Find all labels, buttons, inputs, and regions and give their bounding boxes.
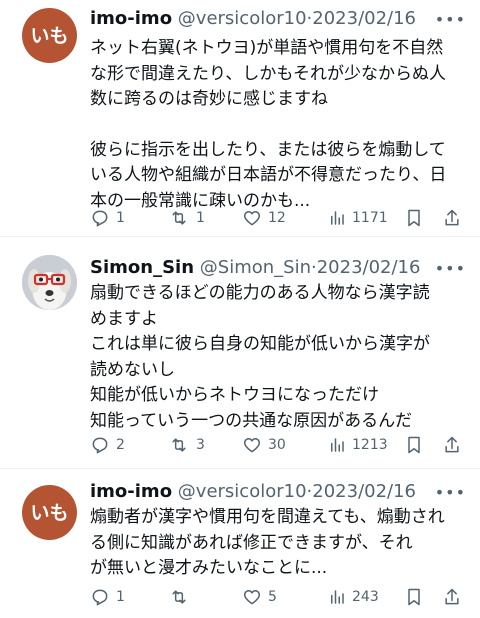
tweet-line: 扇動できるほどの能力のある人物なら漢字読 <box>90 283 430 303</box>
like-count: 5 <box>268 589 277 605</box>
views-button[interactable]: 1213 <box>328 433 388 457</box>
views-icon <box>331 438 344 452</box>
tweet-date[interactable]: 2023/02/16 <box>312 8 416 29</box>
handle[interactable]: @Simon_Sin <box>200 257 311 278</box>
bookmark-icon <box>408 588 420 606</box>
like-icon <box>243 438 261 453</box>
avatar-imo-image: いも <box>30 25 68 47</box>
retweet-button[interactable] <box>168 585 196 609</box>
views-count: 243 <box>352 589 379 605</box>
tweet-line: めますよ <box>90 308 158 329</box>
reply-icon <box>92 437 108 454</box>
reply-count: 2 <box>116 437 125 453</box>
views-button[interactable]: 1171 <box>328 206 388 230</box>
tweet-header: imo-imo @versicolor10·2023/02/16 <box>90 481 416 503</box>
share-icon <box>445 436 459 453</box>
retweet-count: 3 <box>196 437 205 453</box>
share-icon <box>445 588 459 605</box>
display-name[interactable]: imo-imo <box>90 8 172 29</box>
tweet[interactable]: Simon_Sin @Simon_Sin·2023/02/16 ••• 扇動でき… <box>0 236 480 468</box>
tweet-line: 知能が低いからネトウヨになっただけ <box>90 385 379 405</box>
retweet-button[interactable]: 3 <box>168 433 205 457</box>
action-bar: 1 1 12 1171 <box>90 206 460 230</box>
views-icon <box>331 211 344 225</box>
tweet-header: Simon_Sin @Simon_Sin·2023/02/16 <box>90 257 420 279</box>
bookmark-icon <box>408 436 420 454</box>
tweet[interactable]: いも imo-imo @versicolor10·2023/02/16 ••• … <box>0 468 480 618</box>
display-name[interactable]: Simon_Sin <box>90 257 194 278</box>
retweet-button[interactable]: 1 <box>168 206 205 230</box>
tweet-text: 煽動者が漢字や慣用句を間違えても、煽動され る側に知識があれば修正できますが、そ… <box>90 505 470 582</box>
tweet-line: 煽動者が漢字や慣用句を間違えても、煽動され <box>90 507 445 527</box>
tweet-text: 扇動できるほどの能力のある人物なら漢字読 めますよ これは単に彼ら自身の知能が低… <box>90 281 470 434</box>
views-count: 1171 <box>352 210 388 226</box>
like-icon <box>243 211 261 226</box>
like-count: 30 <box>268 437 286 453</box>
like-count: 12 <box>268 210 286 226</box>
reply-button[interactable]: 1 <box>90 206 125 230</box>
more-icon[interactable]: ••• <box>435 483 466 502</box>
views-icon <box>331 590 344 604</box>
share-button[interactable] <box>442 585 462 609</box>
tweet-line: ネット右翼(ネトウヨ)が単語や慣用句を不自然 <box>90 38 444 58</box>
reply-count: 1 <box>116 210 125 226</box>
like-button[interactable]: 5 <box>242 585 277 609</box>
avatar[interactable]: いも <box>22 8 77 63</box>
tweet-text: ネット右翼(ネトウヨ)が単語や慣用句を不自然 な形で間違えたり、しかもそれが少な… <box>90 36 470 214</box>
handle[interactable]: @versicolor10 <box>178 481 307 502</box>
retweet-icon <box>172 211 186 225</box>
action-bar: 1 5 243 <box>90 585 460 609</box>
avatar[interactable] <box>22 255 77 310</box>
views-count: 1213 <box>352 437 388 453</box>
tweet-line: 数に跨るのは奇妙に感じますね <box>90 89 328 109</box>
tweet-date[interactable]: 2023/02/16 <box>312 481 416 502</box>
more-icon[interactable]: ••• <box>435 259 466 278</box>
avatar-logo-text: いも <box>30 502 68 524</box>
avatar-logo-text: いも <box>30 25 68 47</box>
retweet-icon <box>172 590 186 604</box>
handle[interactable]: @versicolor10 <box>178 8 307 29</box>
avatar-imo-image: いも <box>30 502 68 524</box>
action-bar: 2 3 30 1213 <box>90 433 460 457</box>
tweet-line: 読めないし <box>90 359 175 380</box>
share-button[interactable] <box>442 433 462 457</box>
avatar[interactable]: いも <box>22 485 77 540</box>
more-icon[interactable]: ••• <box>435 10 466 29</box>
bookmark-button[interactable] <box>404 585 424 609</box>
tweet-date[interactable]: 2023/02/16 <box>317 257 421 278</box>
tweet-line: る側に知識があれば修正できますが、それ <box>90 532 413 553</box>
reply-button[interactable]: 1 <box>90 585 125 609</box>
like-icon <box>243 590 261 605</box>
like-button[interactable]: 12 <box>242 206 286 230</box>
bookmark-button[interactable] <box>404 206 424 230</box>
tweet-header: imo-imo @versicolor10·2023/02/16 <box>90 8 416 30</box>
share-icon <box>445 209 459 226</box>
avatar-dog-image <box>22 255 77 310</box>
retweet-count: 1 <box>196 210 205 226</box>
tweet-line: な形で間違えたり、しかもそれが少なからぬ人 <box>90 63 446 84</box>
reply-button[interactable]: 2 <box>90 433 125 457</box>
tweet-line: 彼らに指示を出したり、または彼らを煽動して <box>90 139 446 160</box>
tweet-line: が無いと漫才みたいなことに... <box>90 558 328 578</box>
reply-icon <box>92 210 108 227</box>
display-name[interactable]: imo-imo <box>90 481 172 502</box>
reply-icon <box>92 589 108 606</box>
tweet-line: 知能っていう一つの共通な原因があるんだ <box>90 410 413 431</box>
reply-count: 1 <box>116 589 125 605</box>
views-button[interactable]: 243 <box>328 585 379 609</box>
tweet-line: これは単に彼ら自身の知能が低いから漢字が <box>90 334 430 354</box>
share-button[interactable] <box>442 206 462 230</box>
retweet-icon <box>172 438 186 452</box>
tweet-line: いる人物や組織が日本語が不得意だったり、日 <box>90 165 447 185</box>
like-button[interactable]: 30 <box>242 433 286 457</box>
bookmark-icon <box>408 209 420 227</box>
bookmark-button[interactable] <box>404 433 424 457</box>
tweet[interactable]: いも imo-imo @versicolor10·2023/02/16 ••• … <box>0 0 480 236</box>
